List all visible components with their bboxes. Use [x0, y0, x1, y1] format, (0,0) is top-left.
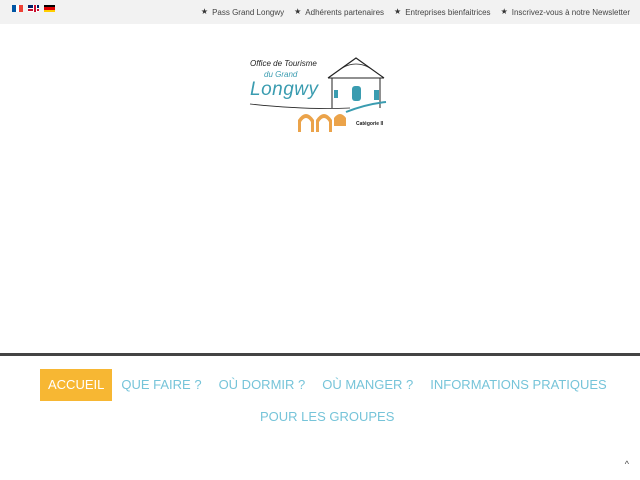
site-logo[interactable]: Office de Tourisme du Grand Longwy Catég… [246, 50, 396, 138]
toplink-label: Adhérents partenaires [305, 7, 385, 17]
star-icon: ★ [294, 7, 302, 16]
nav-item-informations-pratiques[interactable]: INFORMATIONS PRATIQUES [422, 369, 614, 401]
nav-row-1: ACCUEIL QUE FAIRE ? OÙ DORMIR ? OÙ MANGE… [40, 369, 615, 401]
nav-item-ou-dormir[interactable]: OÙ DORMIR ? [211, 369, 314, 401]
star-icon: ★ [394, 7, 402, 16]
logo-line3: Longwy [250, 79, 319, 100]
logo-line1: Office de Tourisme [250, 59, 317, 68]
toplink-adherents-partenaires[interactable]: ★ Adhérents partenaires [294, 8, 384, 17]
top-links: ★ Pass Grand Longwy ★ Adhérents partenai… [201, 0, 630, 24]
toplink-newsletter[interactable]: ★ Inscrivez-vous à notre Newsletter [501, 8, 630, 17]
nav-item-accueil[interactable]: ACCUEIL [40, 369, 113, 401]
toplink-label: Entreprises bienfaitrices [405, 7, 491, 17]
logo-category: Catégorie II [356, 121, 384, 127]
nav-item-pour-les-groupes[interactable]: POUR LES GROUPES [252, 401, 402, 433]
chevron-up-icon[interactable]: ^ [625, 460, 629, 469]
toplink-entreprises-bienfaitrices[interactable]: ★ Entreprises bienfaitrices [394, 8, 491, 17]
language-switcher [12, 5, 55, 12]
nav-row-2: POUR LES GROUPES [252, 401, 402, 433]
star-icon: ★ [200, 7, 209, 16]
toplink-label: Pass Grand Longwy [212, 7, 285, 17]
flag-fr-icon[interactable] [12, 5, 24, 12]
nav-item-ou-manger[interactable]: OÙ MANGER ? [314, 369, 421, 401]
nav-item-que-faire[interactable]: QUE FAIRE ? [113, 369, 209, 401]
logo-line2: du Grand [264, 70, 298, 79]
top-bar: ★ Pass Grand Longwy ★ Adhérents partenai… [0, 0, 640, 24]
toplink-label: Inscrivez-vous à notre Newsletter [511, 7, 630, 17]
nav-divider [0, 353, 640, 356]
toplink-pass-grand-longwy[interactable]: ★ Pass Grand Longwy [201, 8, 284, 17]
star-icon: ★ [500, 7, 508, 16]
flag-en-icon[interactable] [28, 5, 39, 12]
flag-de-icon[interactable] [44, 5, 55, 12]
